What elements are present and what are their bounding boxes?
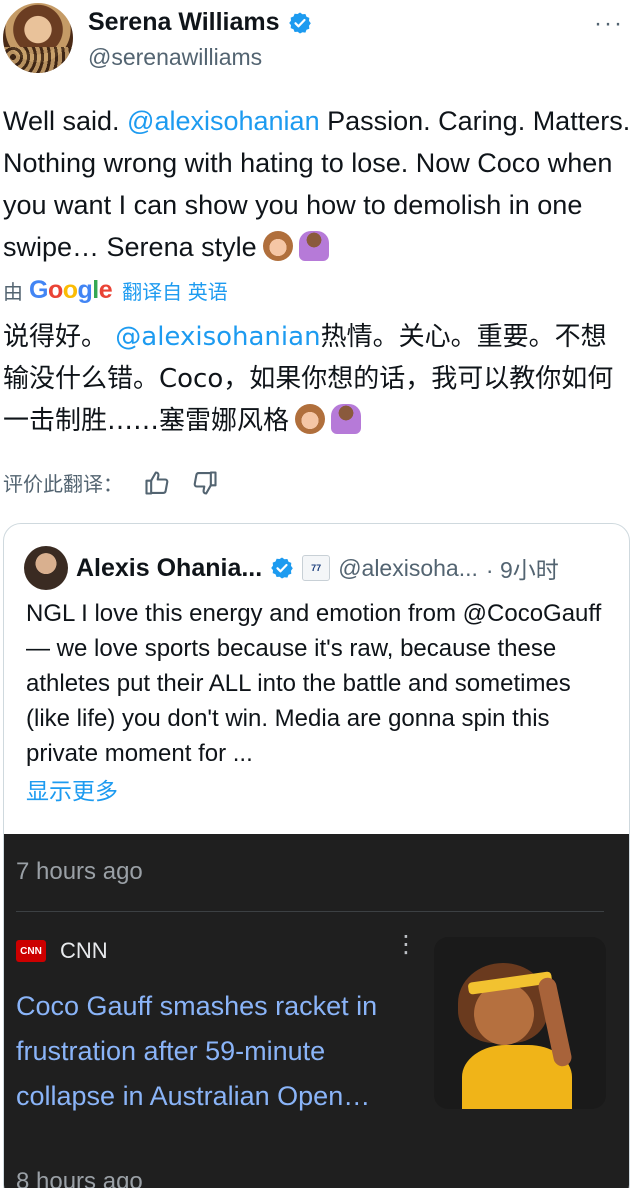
kebab-menu-icon: ⋮ <box>394 931 418 958</box>
tweet-header: Serena Williams @serenawilliams ··· <box>0 0 632 86</box>
quoted-media-image[interactable]: 7 hours ago CNN CNN ⋮ Coco Gauff smashes… <box>4 834 629 1188</box>
quoted-author-avatar[interactable] <box>24 546 68 590</box>
thumbs-down-icon[interactable] <box>191 469 219 497</box>
see-no-evil-monkey-emoji-icon <box>262 231 293 261</box>
rate-translation-row: 评价此翻译： <box>3 468 219 497</box>
quoted-author-name[interactable]: Alexis Ohania... <box>76 554 262 583</box>
show-more-link[interactable]: 显示更多 <box>26 772 118 806</box>
person-shrugging-emoji-icon <box>331 404 362 434</box>
news-source: CNN CNN <box>16 938 108 964</box>
tweet-text-part1: Well said. <box>3 106 128 136</box>
see-no-evil-monkey-emoji-icon <box>295 404 326 434</box>
mention-link[interactable]: @alexisohanian <box>127 106 320 136</box>
author-handle[interactable]: @serenawilliams <box>88 44 262 71</box>
affiliate-badge-icon: 77 <box>302 555 331 581</box>
verified-badge-icon <box>271 557 293 579</box>
more-options-icon[interactable]: ··· <box>594 10 624 38</box>
news-time-bottom: 8 hours ago <box>16 1168 143 1188</box>
rate-translation-label: 评价此翻译： <box>3 474 123 496</box>
quoted-author-handle[interactable]: @alexisoha... <box>338 555 478 582</box>
quoted-tweet-time: · 9小时 <box>485 557 559 583</box>
news-time-top: 7 hours ago <box>16 858 143 885</box>
news-headline: Coco Gauff smashes racket in frustration… <box>16 991 378 1111</box>
cnn-logo-icon: CNN <box>16 940 46 962</box>
translated-by-row: 由 Google 翻译自 英语 <box>3 276 228 305</box>
person-shrugging-emoji-icon <box>298 231 329 261</box>
news-thumbnail <box>434 937 606 1109</box>
news-source-name: CNN <box>60 938 108 963</box>
quoted-tweet-text: NGL I love this energy and emotion from … <box>26 600 602 767</box>
verified-badge-icon <box>288 12 311 33</box>
translation-part1: 说得好。 <box>3 322 116 352</box>
author-name-row: Serena Williams <box>88 8 312 37</box>
author-avatar[interactable] <box>3 3 73 73</box>
translate-source-link[interactable]: 翻译自 英语 <box>122 276 228 305</box>
translated-text: 说得好。 @alexisohanian热情。关心。重要。不想输没什么错。Coco… <box>3 316 629 442</box>
quoted-tweet-header: Alexis Ohania... 77 @alexisoha... · 9小时 <box>24 546 559 590</box>
news-divider <box>16 911 604 912</box>
translated-by-label: 由 <box>3 282 23 304</box>
quoted-tweet-card[interactable]: Alexis Ohania... 77 @alexisoha... · 9小时 … <box>3 523 630 1188</box>
thumbs-up-icon[interactable] <box>143 469 171 497</box>
author-display-name[interactable]: Serena Williams <box>88 8 280 37</box>
translation-mention-link[interactable]: @alexisohanian <box>115 322 320 352</box>
google-logo: Google <box>29 276 113 304</box>
tweet-text: Well said. @alexisohanian Passion. Carin… <box>3 100 631 268</box>
